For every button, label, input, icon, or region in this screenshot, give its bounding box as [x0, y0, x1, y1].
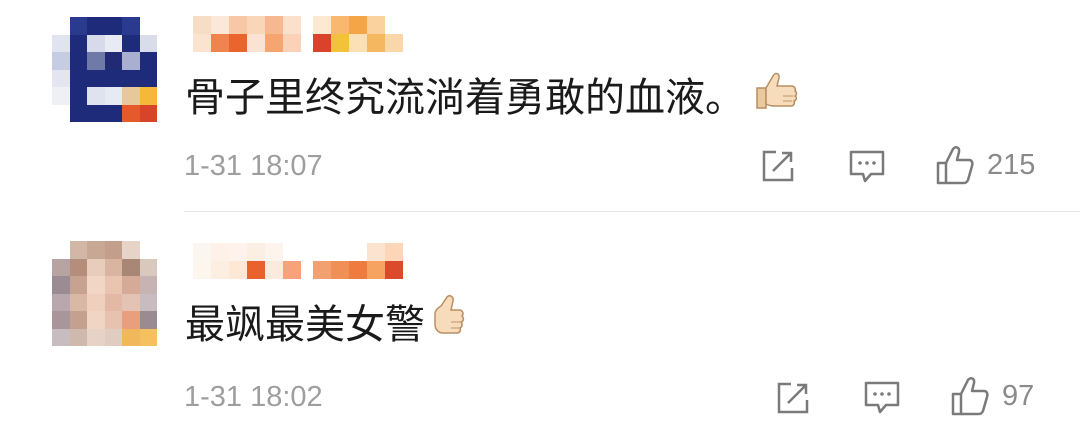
- comment-icon: [849, 150, 885, 183]
- thumbs-up-icon: [936, 146, 974, 185]
- username[interactable]: [193, 16, 413, 52]
- share-button[interactable]: [760, 148, 796, 184]
- username[interactable]: [193, 243, 413, 279]
- avatar[interactable]: [52, 17, 157, 122]
- thumbs-up-emoji: [753, 68, 801, 127]
- comment-item-1: 骨子里终究流淌着勇敢的血液。 1-31 18:07 215: [0, 0, 1080, 211]
- timestamp: 1-31 18:02: [184, 381, 323, 413]
- thumbs-up-emoji: [433, 293, 469, 356]
- comment-icon: [864, 381, 900, 414]
- like-button[interactable]: 97: [950, 376, 1034, 416]
- like-count: 97: [1002, 379, 1035, 412]
- timestamp: 1-31 18:07: [184, 150, 323, 182]
- comment-text: 最飒最美女警: [185, 293, 469, 356]
- avatar[interactable]: [52, 241, 157, 346]
- share-icon: [777, 382, 809, 414]
- comment-text-content: 最飒最美女警: [185, 301, 425, 348]
- comment-button[interactable]: [849, 150, 885, 184]
- comment-text: 骨子里终究流淌着勇敢的血液。: [185, 68, 801, 127]
- comment-text-content: 骨子里终究流淌着勇敢的血液。: [185, 74, 745, 121]
- share-icon: [762, 150, 794, 182]
- like-button[interactable]: 215: [935, 145, 1035, 185]
- comment-button[interactable]: [864, 381, 900, 415]
- share-button[interactable]: [775, 380, 811, 416]
- like-count: 215: [987, 148, 1036, 181]
- comment-item-2: 最飒最美女警 1-31 18:02 97: [0, 212, 1080, 426]
- thumbs-up-icon: [951, 377, 989, 416]
